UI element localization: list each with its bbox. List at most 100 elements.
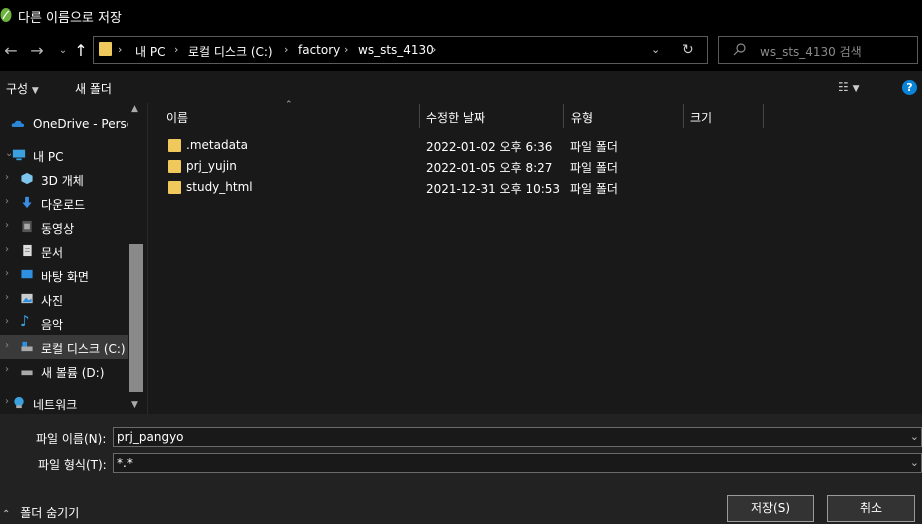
- view-options-icon[interactable]: ☷ ▼: [838, 80, 860, 94]
- chevron-right-icon[interactable]: ›: [5, 316, 9, 327]
- filetype-select[interactable]: *.* ⌄: [113, 453, 922, 473]
- sidebar-item-local-disk-c[interactable]: › 로컬 디스크 (C:): [0, 335, 128, 359]
- help-icon[interactable]: ?: [902, 80, 917, 95]
- organize-label: 구성: [6, 82, 29, 96]
- drive-icon: [21, 341, 33, 352]
- breadcrumb-item[interactable]: factory: [298, 43, 340, 57]
- chevron-right-icon[interactable]: ›: [5, 196, 9, 207]
- folder-icon: [99, 42, 112, 56]
- toolbar: [0, 71, 922, 103]
- navigation-pane-list: OneDrive - Persol ⌄ 내 PC › 3D 개체 › 다운로드 …: [0, 103, 128, 414]
- folder-icon: [168, 139, 181, 152]
- file-type: 파일 폴더: [570, 140, 618, 154]
- sidebar-item-label: 내 PC: [33, 150, 64, 164]
- column-divider[interactable]: [683, 104, 684, 128]
- new-folder-button[interactable]: 새 폴더: [75, 80, 112, 97]
- chevron-right-icon[interactable]: ›: [5, 292, 9, 303]
- address-dropdown-chevron-icon[interactable]: ⌄: [651, 43, 660, 56]
- file-type: 파일 폴더: [570, 182, 618, 196]
- sidebar-item-onedrive[interactable]: OneDrive - Persol: [0, 112, 128, 136]
- sidebar-item-desktop[interactable]: › 바탕 화면: [0, 263, 128, 287]
- search-input[interactable]: ws_sts_4130 검색: [760, 43, 862, 60]
- music-icon: ♪: [20, 312, 30, 330]
- column-header-type[interactable]: 유형: [571, 109, 593, 126]
- folder-icon: [168, 160, 181, 173]
- file-modified: 2022-01-05 오후 8:27: [426, 161, 553, 175]
- file-name: .metadata: [186, 138, 248, 152]
- drive-icon: [21, 370, 33, 376]
- file-type: 파일 폴더: [570, 161, 618, 175]
- folder-icon: [168, 181, 181, 194]
- table-row[interactable]: study_html 2021-12-31 오후 10:53 파일 폴더: [160, 177, 765, 198]
- chevron-up-icon: ⌃: [2, 509, 11, 520]
- sidebar-item-downloads[interactable]: › 다운로드: [0, 191, 128, 215]
- chevron-right-icon[interactable]: ›: [5, 220, 9, 231]
- document-icon: [23, 244, 32, 257]
- computer-icon: [12, 149, 26, 161]
- column-divider[interactable]: [419, 104, 420, 128]
- sidebar-item-label: 네트워크: [33, 398, 78, 412]
- up-arrow-icon[interactable]: ↑: [70, 41, 92, 61]
- hide-folders-label: 폴더 숨기기: [20, 506, 80, 520]
- chevron-right-icon[interactable]: ›: [5, 172, 9, 183]
- chevron-right-icon[interactable]: ›: [5, 268, 9, 279]
- sidebar-item-videos[interactable]: › 동영상: [0, 215, 128, 239]
- sidebar-item-3d-objects[interactable]: › 3D 개체: [0, 167, 128, 191]
- sidebar-item-label: 음악: [41, 318, 64, 332]
- table-row[interactable]: prj_yujin 2022-01-05 오후 8:27 파일 폴더: [160, 156, 765, 177]
- sidebar-scrollbar-thumb[interactable]: [129, 244, 143, 392]
- filename-field[interactable]: prj_pangyo ⌄: [113, 427, 922, 447]
- breadcrumb-separator-icon: ›: [344, 43, 349, 56]
- sidebar-item-label: 동영상: [41, 222, 75, 236]
- sidebar-item-label: 새 볼륨 (D:): [41, 366, 105, 380]
- chevron-right-icon[interactable]: ›: [5, 364, 9, 375]
- chevron-right-icon[interactable]: ›: [5, 396, 9, 407]
- breadcrumb-separator-icon: ›: [174, 43, 179, 56]
- filetype-value: *.*: [117, 456, 133, 470]
- app-leaf-icon: [0, 8, 12, 22]
- sort-up-icon: ⌃: [285, 100, 293, 110]
- forward-arrow-icon[interactable]: →: [26, 41, 48, 61]
- search-icon: [733, 43, 746, 56]
- sidebar-item-label: 3D 개체: [41, 174, 84, 188]
- breadcrumb-item[interactable]: 내 PC: [135, 43, 165, 60]
- cloud-icon: [11, 120, 25, 127]
- back-arrow-icon[interactable]: ←: [0, 41, 22, 61]
- breadcrumb-separator-icon: ›: [432, 43, 437, 56]
- breadcrumb-item[interactable]: 로컬 디스크 (C:): [188, 43, 273, 60]
- sidebar-item-network[interactable]: › 네트워크: [0, 391, 128, 414]
- scroll-down-icon[interactable]: ▼: [131, 400, 138, 410]
- file-name: study_html: [186, 180, 253, 194]
- sidebar-item-label: OneDrive - Persol: [33, 117, 128, 131]
- chevron-right-icon[interactable]: ›: [5, 244, 9, 255]
- chevron-right-icon[interactable]: ›: [5, 340, 9, 351]
- desktop-icon: [21, 269, 33, 279]
- chevron-down-icon[interactable]: ⌄: [910, 456, 919, 469]
- refresh-icon[interactable]: ↻: [682, 42, 694, 58]
- sidebar-item-documents[interactable]: › 문서: [0, 239, 128, 263]
- hide-folders-toggle[interactable]: ⌃ 폴더 숨기기: [2, 504, 79, 521]
- cancel-button[interactable]: 취소: [827, 495, 915, 522]
- sidebar-item-new-volume-d[interactable]: › 새 볼륨 (D:): [0, 359, 128, 383]
- save-button[interactable]: 저장(S): [727, 495, 814, 522]
- column-header-size[interactable]: 크기: [690, 109, 712, 126]
- sidebar-item-label: 사진: [41, 294, 64, 308]
- file-modified: 2021-12-31 오후 10:53: [426, 182, 561, 196]
- sidebar-item-label: 문서: [41, 246, 64, 260]
- download-icon: [22, 196, 32, 209]
- organize-button[interactable]: 구성 ▼: [6, 80, 39, 97]
- sidebar-item-music[interactable]: › ♪ 음악: [0, 311, 128, 335]
- column-header-name[interactable]: 이름: [166, 109, 188, 126]
- table-row[interactable]: .metadata 2022-01-02 오후 6:36 파일 폴더: [160, 135, 765, 156]
- sidebar-item-pictures[interactable]: › 사진: [0, 287, 128, 311]
- network-icon: [14, 396, 24, 409]
- sidebar-item-this-pc[interactable]: ⌄ 내 PC: [0, 143, 128, 167]
- column-header-modified[interactable]: 수정한 날짜: [426, 109, 485, 126]
- chevron-down-icon[interactable]: ⌄: [910, 430, 919, 443]
- breadcrumb-item[interactable]: ws_sts_4130: [358, 43, 434, 57]
- file-modified: 2022-01-02 오후 6:36: [426, 140, 553, 154]
- column-divider[interactable]: [763, 104, 764, 128]
- column-divider[interactable]: [563, 104, 564, 128]
- scroll-up-icon[interactable]: ▲: [131, 104, 138, 114]
- window-title: 다른 이름으로 저장: [18, 11, 122, 26]
